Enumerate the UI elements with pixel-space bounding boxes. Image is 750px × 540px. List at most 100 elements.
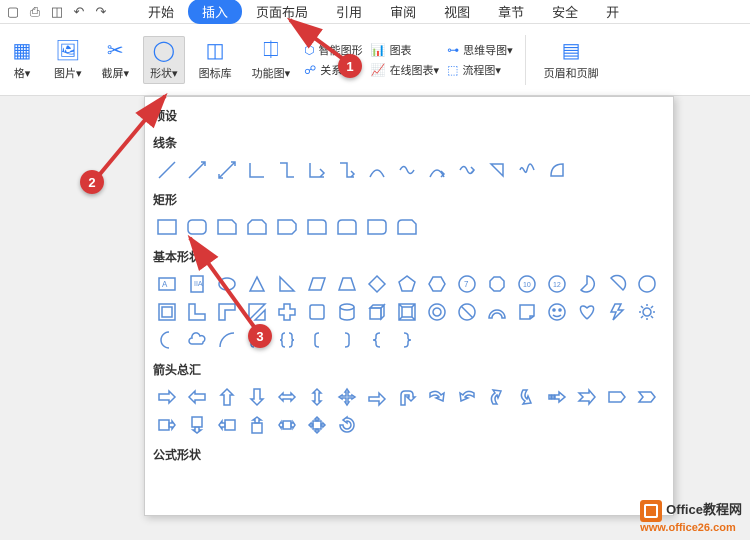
shape-rounded-rect[interactable]: [183, 214, 211, 240]
shape-bracket[interactable]: [243, 327, 271, 353]
shape-arrow-callout-quad[interactable]: [303, 412, 331, 438]
ribbon-shapes[interactable]: ◯ 形状▾: [143, 36, 185, 84]
shape-plaque[interactable]: [303, 299, 331, 325]
shape-snip-rect2[interactable]: [243, 214, 271, 240]
shape-elbow4[interactable]: [333, 157, 361, 183]
shape-moon[interactable]: [153, 327, 181, 353]
shape-round-rect4[interactable]: [363, 214, 391, 240]
shape-cube[interactable]: [363, 299, 391, 325]
shape-freeform[interactable]: [453, 157, 481, 183]
shape-rbracket[interactable]: [333, 327, 361, 353]
shape-arrow-callout-r[interactable]: [153, 412, 181, 438]
shape-arrow-callout-l[interactable]: [213, 412, 241, 438]
shape-round-snip[interactable]: [393, 214, 421, 240]
shape-lightning[interactable]: [603, 299, 631, 325]
shape-arrow-ud[interactable]: [303, 384, 331, 410]
shape-rect[interactable]: [153, 214, 181, 240]
shape-teardrop[interactable]: [633, 271, 661, 297]
shape-right-triangle[interactable]: [273, 271, 301, 297]
shape-trapezoid[interactable]: [333, 271, 361, 297]
shape-line-arrow[interactable]: [183, 157, 211, 183]
save-icon[interactable]: ▢: [4, 3, 22, 21]
shape-sun[interactable]: [633, 299, 661, 325]
shape-line-double-arrow[interactable]: [213, 157, 241, 183]
shape-elbow[interactable]: [243, 157, 271, 183]
shape-diamond[interactable]: [363, 271, 391, 297]
tab-insert[interactable]: 插入: [188, 0, 242, 24]
shape-arrow-pentagon[interactable]: [603, 384, 631, 410]
shape-curve2[interactable]: [393, 157, 421, 183]
shape-arrow-lr[interactable]: [273, 384, 301, 410]
preview-icon[interactable]: ◫: [48, 3, 66, 21]
ribbon-onlinechart[interactable]: 📈 在线图表▾: [371, 62, 439, 78]
shape-dodecagon[interactable]: 12: [543, 271, 571, 297]
shape-arrow-uturn[interactable]: [393, 384, 421, 410]
shape-freeform2[interactable]: [513, 157, 541, 183]
shape-decagon[interactable]: 10: [513, 271, 541, 297]
shape-arrow-striped[interactable]: [543, 384, 571, 410]
shape-arrow-notched[interactable]: [573, 384, 601, 410]
shape-elbow2[interactable]: [273, 157, 301, 183]
tab-review[interactable]: 审阅: [376, 0, 430, 24]
shape-frame[interactable]: [153, 299, 181, 325]
shape-oval[interactable]: [213, 271, 241, 297]
shape-chord[interactable]: [603, 271, 631, 297]
ribbon-flowchart[interactable]: ⬚ 流程图▾: [447, 62, 513, 78]
shape-arrow-chevron[interactable]: [633, 384, 661, 410]
shape-arrow-right[interactable]: [153, 384, 181, 410]
shape-smiley[interactable]: [543, 299, 571, 325]
tab-security[interactable]: 安全: [538, 0, 592, 24]
ribbon-relation[interactable]: ☍ 关系图: [304, 62, 362, 78]
ribbon-screenshot[interactable]: ✂ 截屏▾: [96, 37, 136, 83]
shape-triangle[interactable]: [243, 271, 271, 297]
shape-heart[interactable]: [573, 299, 601, 325]
shape-elbow3[interactable]: [303, 157, 331, 183]
shape-freeform3[interactable]: [543, 157, 571, 183]
shape-snip-rect[interactable]: [213, 214, 241, 240]
shape-arrow-left[interactable]: [183, 384, 211, 410]
shape-arrow-up[interactable]: [213, 384, 241, 410]
shape-pie[interactable]: [573, 271, 601, 297]
shape-arrow-callout-lr[interactable]: [273, 412, 301, 438]
shape-round-rect2[interactable]: [303, 214, 331, 240]
ribbon-headerfooter[interactable]: ▤ 页眉和页脚: [538, 37, 605, 83]
shape-heptagon[interactable]: 7: [453, 271, 481, 297]
shape-hexagon[interactable]: [423, 271, 451, 297]
shape-rbrace[interactable]: [393, 327, 421, 353]
shape-curve[interactable]: [363, 157, 391, 183]
shape-parallelogram[interactable]: [303, 271, 331, 297]
ribbon-iconlib[interactable]: ◫ 图标库: [193, 37, 238, 83]
print-icon[interactable]: ⎙: [26, 3, 44, 21]
shape-arrow-curved-u[interactable]: [483, 384, 511, 410]
shape-lbracket[interactable]: [303, 327, 331, 353]
shape-lframe2[interactable]: [213, 299, 241, 325]
shape-diag[interactable]: [243, 299, 271, 325]
ribbon-chart[interactable]: 📊 图表: [371, 42, 439, 58]
shape-arrow-curved-l[interactable]: [453, 384, 481, 410]
ribbon-mindmap[interactable]: ⊶ 思维导图▾: [447, 42, 513, 58]
redo-icon[interactable]: ↷: [92, 3, 110, 21]
shape-lbrace[interactable]: [363, 327, 391, 353]
shape-can[interactable]: [333, 299, 361, 325]
shape-arrow-circular[interactable]: [333, 412, 361, 438]
tab-view[interactable]: 视图: [430, 0, 484, 24]
shape-arrow-callout-u[interactable]: [243, 412, 271, 438]
shape-scribble[interactable]: [483, 157, 511, 183]
tab-chapter[interactable]: 章节: [484, 0, 538, 24]
shape-arrow-quad[interactable]: [333, 384, 361, 410]
shape-line[interactable]: [153, 157, 181, 183]
shape-folded[interactable]: [513, 299, 541, 325]
shape-arrow-down[interactable]: [243, 384, 271, 410]
shape-textbox[interactable]: A: [153, 271, 181, 297]
shape-nosymbol[interactable]: [453, 299, 481, 325]
shape-arrow-bent[interactable]: [363, 384, 391, 410]
shape-bevel[interactable]: [393, 299, 421, 325]
shape-textbox-v[interactable]: IIA: [183, 271, 211, 297]
undo-icon[interactable]: ↶: [70, 3, 88, 21]
ribbon-smartart[interactable]: ⬡ 智能图形: [304, 42, 362, 58]
shape-brace[interactable]: [273, 327, 301, 353]
shape-arrow-callout-d[interactable]: [183, 412, 211, 438]
tab-dev[interactable]: 开: [592, 0, 633, 24]
shape-pentagon[interactable]: [393, 271, 421, 297]
shape-snip-rect3[interactable]: [273, 214, 301, 240]
